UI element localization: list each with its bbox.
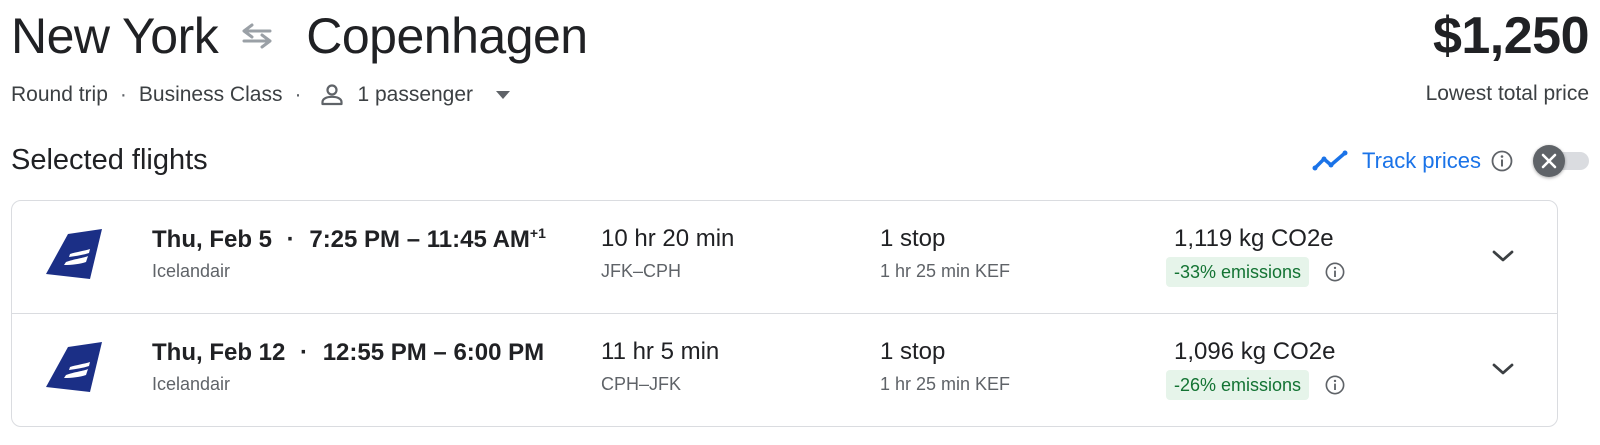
track-prices[interactable]: Track prices <box>1312 144 1589 178</box>
info-icon[interactable] <box>1325 375 1345 395</box>
total-price: $1,250 <box>1432 7 1590 65</box>
flight-times: 7:25 PM – 11:45 AM <box>309 226 530 253</box>
trip-type: Round trip <box>11 83 108 106</box>
separator: · <box>300 339 309 366</box>
layover-info: 1 hr 25 min KEF <box>880 261 1011 281</box>
co2-value: 1,119 kg CO2e <box>1174 225 1334 252</box>
track-prices-label[interactable]: Track prices <box>1362 148 1481 174</box>
route-title: New York Copenhagen <box>11 6 588 66</box>
flight-airports: JFK–CPH <box>601 261 682 281</box>
flight-row-return[interactable]: Thu, Feb 12 · 12:55 PM – 6:00 PM Iceland… <box>12 313 1557 426</box>
flight-date: Thu, Feb 5 <box>152 226 272 253</box>
info-icon[interactable] <box>1325 262 1345 282</box>
destination-city: Copenhagen <box>306 8 588 64</box>
selected-flights-bar: Selected flights Track prices <box>11 140 1589 190</box>
airline-name: Icelandair <box>152 374 231 394</box>
emissions-badge: -33% emissions <box>1166 257 1310 287</box>
info-icon[interactable] <box>1491 150 1513 172</box>
flight-duration: 11 hr 5 min <box>601 338 720 365</box>
flight-airports: CPH–JFK <box>601 374 682 394</box>
icelandair-logo <box>46 342 102 392</box>
expand-flight-button[interactable] <box>1488 241 1518 271</box>
emissions-badge: -26% emissions <box>1166 370 1310 400</box>
flight-date-time: Thu, Feb 12 · 12:55 PM – 6:00 PM <box>152 338 544 367</box>
flight-stops: 1 stop <box>880 338 946 365</box>
chevron-down-icon <box>1492 250 1514 262</box>
icelandair-logo <box>46 229 102 279</box>
trip-options: Round trip · Business Class · 1 passenge… <box>11 82 511 108</box>
chevron-down-icon <box>1492 363 1514 375</box>
day-offset: +1 <box>529 225 546 241</box>
cabin-class: Business Class <box>138 83 283 106</box>
flight-list: Thu, Feb 5 · 7:25 PM – 11:45 AM+1 Icelan… <box>11 200 1558 427</box>
airline-name: Icelandair <box>152 261 231 281</box>
toggle-knob <box>1533 145 1565 177</box>
flight-date-time: Thu, Feb 5 · 7:25 PM – 11:45 AM+1 <box>152 225 546 254</box>
flight-stops: 1 stop <box>880 225 946 252</box>
swap-arrows-icon[interactable] <box>238 21 276 51</box>
flight-times: 12:55 PM – 6:00 PM <box>322 339 545 366</box>
separator: · <box>286 226 295 253</box>
trending-line-icon <box>1312 150 1348 171</box>
separator: · <box>119 83 127 106</box>
person-icon <box>321 84 344 106</box>
section-title: Selected flights <box>11 144 208 176</box>
track-prices-toggle[interactable] <box>1533 144 1589 178</box>
layover-info: 1 hr 25 min KEF <box>880 374 1011 394</box>
expand-flight-button[interactable] <box>1488 354 1518 384</box>
close-icon <box>1541 153 1557 169</box>
flight-date: Thu, Feb 12 <box>152 339 286 366</box>
origin-city: New York <box>11 8 219 64</box>
caret-down-icon[interactable] <box>495 90 511 100</box>
passenger-count[interactable]: 1 passenger <box>357 83 473 107</box>
trip-header: New York Copenhagen $1,250 Lowest total … <box>11 6 1590 116</box>
separator: · <box>294 83 302 106</box>
co2-value: 1,096 kg CO2e <box>1174 338 1336 365</box>
price-label: Lowest total price <box>1425 82 1589 105</box>
flight-duration: 10 hr 20 min <box>601 225 735 252</box>
flight-row-outbound[interactable]: Thu, Feb 5 · 7:25 PM – 11:45 AM+1 Icelan… <box>12 201 1557 313</box>
